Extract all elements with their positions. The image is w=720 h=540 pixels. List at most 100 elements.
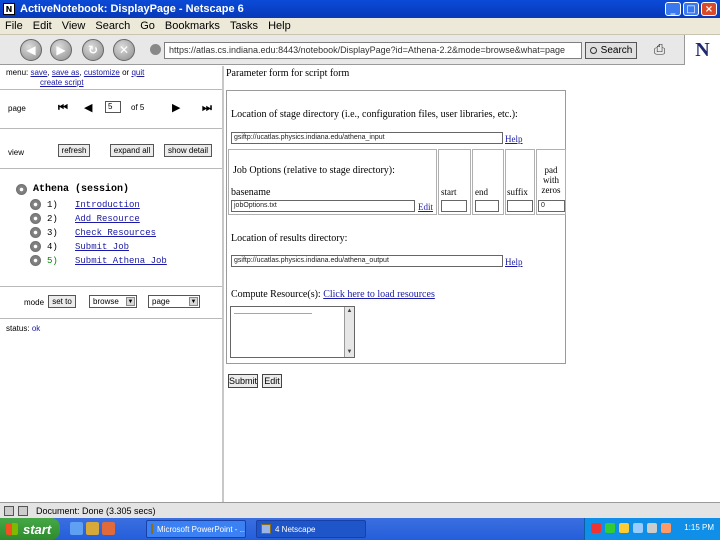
maximize-button[interactable]: □ xyxy=(683,2,699,16)
session-tree-root[interactable]: Athena (session) xyxy=(16,184,129,195)
type-select[interactable]: page ▼ xyxy=(148,295,200,308)
tray-network-icon[interactable] xyxy=(605,523,615,533)
results-directory-input[interactable]: gsiftp://ucatlas.physics.indiana.edu/ath… xyxy=(231,255,503,267)
quicklaunch-folder-icon[interactable] xyxy=(86,522,99,535)
menu-bookmarks[interactable]: Bookmarks xyxy=(165,20,220,32)
step-link[interactable]: Submit Athena Job xyxy=(75,256,167,266)
page-proxy-icon[interactable] xyxy=(150,44,161,55)
url-field[interactable]: https://atlas.cs.indiana.edu:8443/notebo… xyxy=(164,42,582,59)
taskbar-netscape[interactable]: 4 Netscape xyxy=(256,520,366,538)
minimize-button[interactable]: _ xyxy=(665,2,681,16)
start-input[interactable] xyxy=(441,200,467,212)
type-select-value: page xyxy=(152,297,170,306)
scroll-up-icon[interactable]: ▲ xyxy=(346,308,353,315)
start-button[interactable]: start xyxy=(0,518,60,540)
basename-input[interactable]: jobOptions.txt xyxy=(231,200,415,212)
divider xyxy=(0,318,222,319)
forward-icon[interactable]: ▶ xyxy=(50,39,72,61)
back-icon[interactable]: ◀ xyxy=(20,39,42,61)
quicklaunch-ie-icon[interactable] xyxy=(70,522,83,535)
notebook-menu: menu: save, save as, customize or quit xyxy=(6,68,145,77)
menu-view[interactable]: View xyxy=(62,20,86,32)
save-as-link[interactable]: save as xyxy=(52,68,80,77)
scroll-down-icon[interactable]: ▼ xyxy=(346,349,353,356)
stage-directory-label: Location of stage directory (i.e., confi… xyxy=(231,109,518,120)
tray-volume-icon[interactable] xyxy=(633,523,643,533)
step-number: 2) xyxy=(47,213,58,224)
edit-button[interactable]: Edit xyxy=(262,374,282,388)
expand-all-button[interactable]: expand all xyxy=(110,144,154,157)
textarea-scrollbar[interactable]: ▲ ▼ xyxy=(344,307,354,357)
mode-label: mode xyxy=(24,298,45,307)
create-script-link[interactable]: create script xyxy=(40,78,84,87)
tray-misc-icon[interactable] xyxy=(661,523,671,533)
step-link[interactable]: Add Resource xyxy=(75,214,140,224)
gear-icon xyxy=(30,199,41,210)
step-link[interactable]: Submit Job xyxy=(75,242,129,252)
save-link[interactable]: save xyxy=(30,68,47,77)
form-title: Parameter form for script form xyxy=(226,68,350,79)
menu-tasks[interactable]: Tasks xyxy=(230,20,258,32)
pad-input[interactable]: 0 xyxy=(538,200,565,212)
step-add-resource[interactable]: 2) Add Resource xyxy=(30,213,140,224)
tray-alert-icon[interactable] xyxy=(591,523,601,533)
gear-icon xyxy=(30,255,41,266)
show-detail-button[interactable]: show detail xyxy=(164,144,212,157)
mode-select[interactable]: browse ▼ xyxy=(89,295,137,308)
last-page-icon[interactable]: ⏭ xyxy=(202,101,212,115)
results-help-link[interactable]: Help xyxy=(505,257,523,267)
menu-search[interactable]: Search xyxy=(95,20,130,32)
suffix-input[interactable] xyxy=(507,200,533,212)
step-link[interactable]: Check Resources xyxy=(75,228,156,238)
quicklaunch-media-icon[interactable] xyxy=(102,522,115,535)
close-button[interactable]: × xyxy=(701,2,717,16)
compute-resources-textarea[interactable]: ————————————— ▲ ▼ xyxy=(230,306,355,358)
netscape-logo[interactable]: N xyxy=(684,35,720,65)
quit-link[interactable]: quit xyxy=(131,68,144,77)
start-label: start xyxy=(441,187,457,197)
end-input[interactable] xyxy=(475,200,499,212)
powerpoint-icon xyxy=(151,524,153,534)
stop-icon[interactable]: ✕ xyxy=(113,39,135,61)
security-lock-icon[interactable] xyxy=(4,505,14,516)
results-directory-label: Location of results directory: xyxy=(231,233,348,244)
step-introduction[interactable]: 1) Introduction xyxy=(30,199,140,210)
tray-app-icon[interactable] xyxy=(619,523,629,533)
divider xyxy=(0,128,222,129)
menu-go[interactable]: Go xyxy=(140,20,155,32)
stage-directory-input[interactable]: gsiftp://ucatlas.physics.indiana.edu/ath… xyxy=(231,132,503,144)
end-label: end xyxy=(475,187,488,197)
step-link[interactable]: Introduction xyxy=(75,200,140,210)
menu-file[interactable]: File xyxy=(5,20,23,32)
menu-help[interactable]: Help xyxy=(268,20,291,32)
task-label: Microsoft PowerPoint - ... xyxy=(157,524,246,534)
menu-edit[interactable]: Edit xyxy=(33,20,52,32)
online-status-icon[interactable] xyxy=(18,505,28,516)
step-submit-athena-job[interactable]: 5) Submit Athena Job xyxy=(30,255,167,266)
reload-icon[interactable]: ↻ xyxy=(82,39,104,61)
refresh-button[interactable]: refresh xyxy=(58,144,90,157)
netscape-app-icon: N xyxy=(3,3,15,15)
clock[interactable]: 1:15 PM xyxy=(684,523,714,532)
page-number-input[interactable]: 5 xyxy=(105,101,121,113)
prev-page-icon[interactable]: ◀ xyxy=(84,101,92,114)
compute-resources-label: Compute Resource(s): xyxy=(231,289,321,300)
next-page-icon[interactable]: ▶ xyxy=(172,101,180,114)
print-icon[interactable]: ⎙ xyxy=(654,41,674,59)
customize-link[interactable]: customize xyxy=(84,68,120,77)
load-resources-link[interactable]: Click here to load resources xyxy=(323,289,435,300)
tray-misc-icon[interactable] xyxy=(647,523,657,533)
chevron-down-icon: ▼ xyxy=(189,297,198,306)
menu-bar: File Edit View Search Go Bookmarks Tasks… xyxy=(0,18,720,35)
taskbar-powerpoint[interactable]: Microsoft PowerPoint - ... xyxy=(146,520,246,538)
set-to-button[interactable]: set to xyxy=(48,295,76,308)
windows-taskbar: start Microsoft PowerPoint - ... 4 Netsc… xyxy=(0,518,720,540)
edit-job-options-link[interactable]: Edit xyxy=(418,202,433,212)
submit-button[interactable]: Submit xyxy=(228,374,258,388)
first-page-icon[interactable]: ⏮ xyxy=(58,101,68,115)
stage-help-link[interactable]: Help xyxy=(505,134,523,144)
step-number: 1) xyxy=(47,199,58,210)
step-submit-job[interactable]: 4) Submit Job xyxy=(30,241,129,252)
search-button[interactable]: Search xyxy=(585,42,637,59)
step-check-resources[interactable]: 3) Check Resources xyxy=(30,227,156,238)
